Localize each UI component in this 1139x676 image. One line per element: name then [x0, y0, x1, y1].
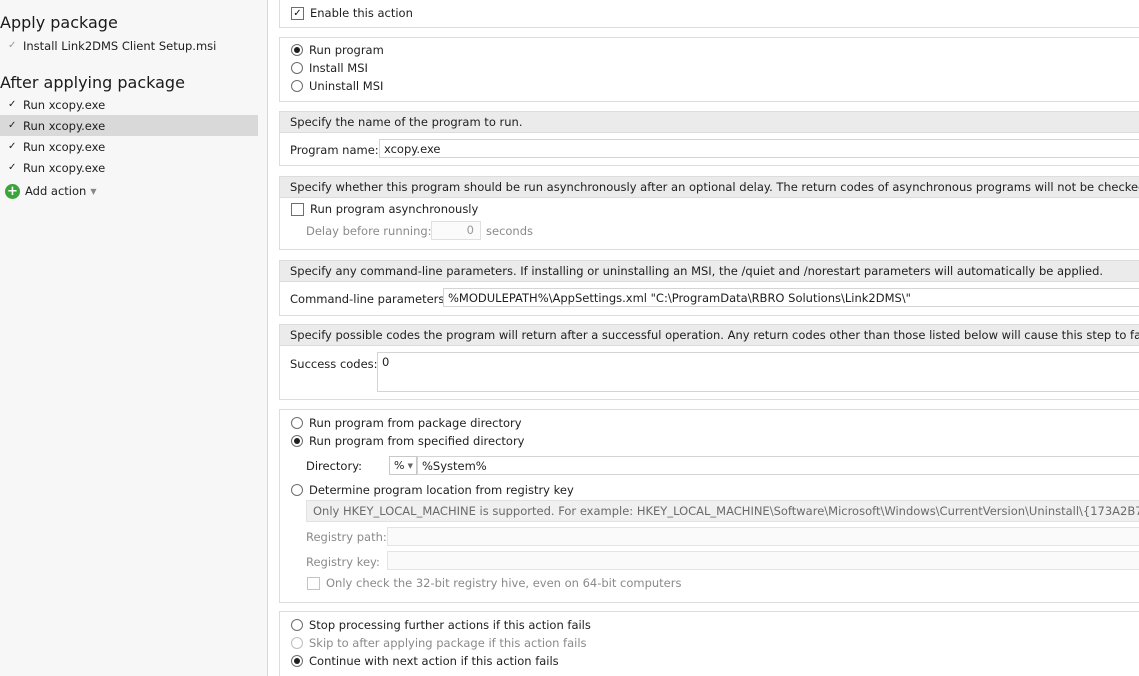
radio-registry-key-label: Determine program location from registry… — [309, 483, 574, 497]
radio-install-msi[interactable]: Install MSI — [291, 61, 368, 75]
radio-run-program-label: Run program — [309, 43, 384, 57]
directory-variable-dropdown[interactable]: % ▼ — [389, 456, 417, 475]
async-section-header: Specify whether this program should be r… — [279, 176, 1139, 198]
radio-install-msi-label: Install MSI — [309, 61, 368, 75]
radio-icon — [291, 62, 303, 74]
chevron-down-icon: ▼ — [407, 461, 413, 470]
sidebar-item-run-xcopy-selected[interactable]: ✓ Run xcopy.exe — [0, 115, 258, 136]
radio-skip-label: Skip to after applying package if this a… — [309, 636, 587, 650]
radio-package-directory-label: Run program from package directory — [309, 416, 522, 430]
sidebar-item-label: Run xcopy.exe — [23, 160, 106, 175]
directory-label: Directory: — [306, 459, 363, 473]
radio-specified-directory[interactable]: Run program from specified directory — [291, 434, 524, 448]
after-applying-heading: After applying package — [0, 73, 185, 92]
radio-icon — [291, 417, 303, 429]
program-name-label: Program name: — [290, 143, 379, 157]
sidebar-item-label: Run xcopy.exe — [23, 118, 106, 133]
sidebar-item-label: Install Link2DMS Client Setup.msi — [23, 38, 217, 53]
delay-seconds-input[interactable]: 0 — [431, 221, 481, 240]
cmdline-section-header: Specify any command-line parameters. If … — [279, 260, 1139, 282]
plus-icon: + — [5, 183, 20, 199]
registry-32bit-checkbox[interactable]: Only check the 32-bit registry hive, eve… — [307, 576, 681, 590]
enable-action-label: Enable this action — [310, 6, 413, 20]
sidebar-item-run-xcopy[interactable]: ✓ Run xcopy.exe — [0, 136, 258, 157]
radio-icon — [291, 619, 303, 631]
success-codes-label: Success codes: — [290, 357, 378, 371]
radio-registry-key[interactable]: Determine program location from registry… — [291, 483, 574, 497]
radio-specified-directory-label: Run program from specified directory — [309, 434, 525, 448]
registry-key-label: Registry key: — [306, 555, 380, 569]
registry-key-input[interactable] — [387, 551, 1139, 570]
radio-icon — [291, 80, 303, 92]
delay-unit-label: seconds — [486, 224, 534, 238]
chevron-down-icon: ▼ — [90, 186, 97, 196]
radio-skip-on-failure[interactable]: Skip to after applying package if this a… — [291, 636, 587, 650]
add-action-button[interactable]: + Add action ▼ — [5, 182, 96, 200]
checkbox-icon — [307, 576, 320, 590]
registry-32bit-label: Only check the 32-bit registry hive, eve… — [326, 576, 682, 590]
apply-package-heading: Apply package — [0, 13, 118, 32]
checkbox-icon — [291, 202, 304, 216]
radio-continue-on-failure[interactable]: Continue with next action if this action… — [291, 654, 559, 668]
enable-action-checkbox[interactable]: ✓ Enable this action — [291, 6, 413, 20]
check-icon: ✓ — [8, 99, 17, 110]
radio-selected-icon — [291, 44, 303, 56]
registry-path-label: Registry path: — [306, 530, 387, 544]
check-icon: ✓ — [8, 40, 17, 51]
radio-package-directory[interactable]: Run program from package directory — [291, 416, 522, 430]
radio-selected-icon — [291, 655, 303, 667]
registry-example-note: Only HKEY_LOCAL_MACHINE is supported. Fo… — [306, 500, 1139, 522]
radio-icon — [291, 637, 303, 649]
action-sidebar: Apply package ✓ Install Link2DMS Client … — [0, 0, 268, 676]
registry-path-input[interactable] — [387, 527, 1139, 546]
radio-stop-label: Stop processing further actions if this … — [309, 618, 591, 632]
sidebar-item-install-msi[interactable]: ✓ Install Link2DMS Client Setup.msi — [0, 35, 258, 56]
radio-uninstall-msi-label: Uninstall MSI — [309, 79, 384, 93]
check-icon: ✓ — [8, 162, 17, 173]
radio-uninstall-msi[interactable]: Uninstall MSI — [291, 79, 383, 93]
checkbox-checked-icon: ✓ — [291, 6, 304, 20]
cmdline-label: Command-line parameters: — [290, 292, 449, 306]
sidebar-item-label: Run xcopy.exe — [23, 139, 106, 154]
action-settings-panel: ✓ Enable this action Run program Install… — [279, 0, 1139, 676]
add-action-label: Add action — [25, 184, 87, 198]
radio-continue-label: Continue with next action if this action… — [309, 654, 559, 668]
sidebar-item-label: Run xcopy.exe — [23, 97, 106, 112]
directory-input[interactable]: %System% — [417, 456, 1139, 475]
radio-selected-icon — [291, 435, 303, 447]
check-icon: ✓ — [8, 120, 17, 131]
cmdline-input[interactable]: %MODULEPATH%\AppSettings.xml "C:\Program… — [443, 288, 1139, 307]
program-name-input[interactable]: xcopy.exe — [379, 139, 1139, 158]
sidebar-item-run-xcopy[interactable]: ✓ Run xcopy.exe — [0, 94, 258, 115]
delay-label: Delay before running: — [306, 224, 432, 238]
success-section-header: Specify possible codes the program will … — [279, 324, 1139, 346]
radio-stop-on-failure[interactable]: Stop processing further actions if this … — [291, 618, 591, 632]
run-async-checkbox[interactable]: Run program asynchronously — [291, 202, 478, 216]
program-section-header: Specify the name of the program to run. — [279, 111, 1139, 133]
radio-run-program[interactable]: Run program — [291, 43, 384, 57]
check-icon: ✓ — [8, 141, 17, 152]
directory-prefix: % — [394, 459, 405, 472]
radio-icon — [291, 484, 303, 496]
success-codes-input[interactable]: 0 — [377, 352, 1139, 392]
sidebar-item-run-xcopy[interactable]: ✓ Run xcopy.exe — [0, 157, 258, 178]
action-type-section — [279, 37, 1139, 102]
run-async-label: Run program asynchronously — [310, 202, 479, 216]
